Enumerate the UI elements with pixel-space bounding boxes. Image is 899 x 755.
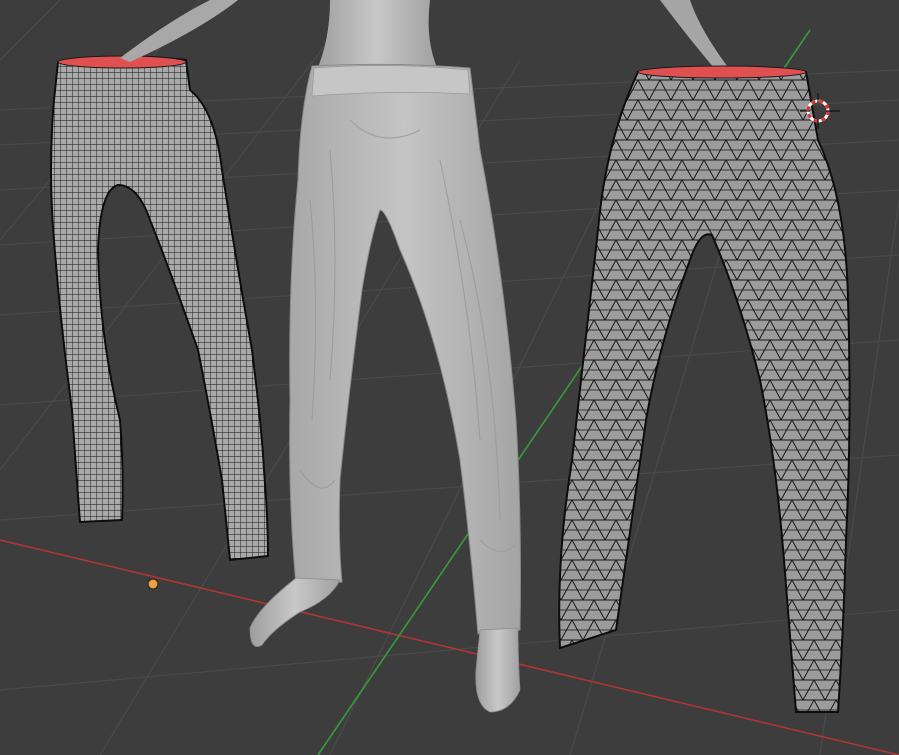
pants-sculpted[interactable] — [249, 63, 521, 713]
right-foot — [475, 627, 521, 713]
3d-viewport[interactable] — [0, 0, 899, 755]
waistband — [311, 65, 471, 97]
x-axis-line — [0, 539, 899, 755]
left-foot — [249, 577, 341, 647]
pants-quad-wireframe[interactable] — [50, 55, 270, 562]
object-origin-dot[interactable] — [147, 578, 159, 590]
pants-triangulated-wireframe[interactable] — [558, 65, 851, 713]
waist-opening-right — [637, 65, 807, 79]
character-body — [120, 0, 730, 75]
